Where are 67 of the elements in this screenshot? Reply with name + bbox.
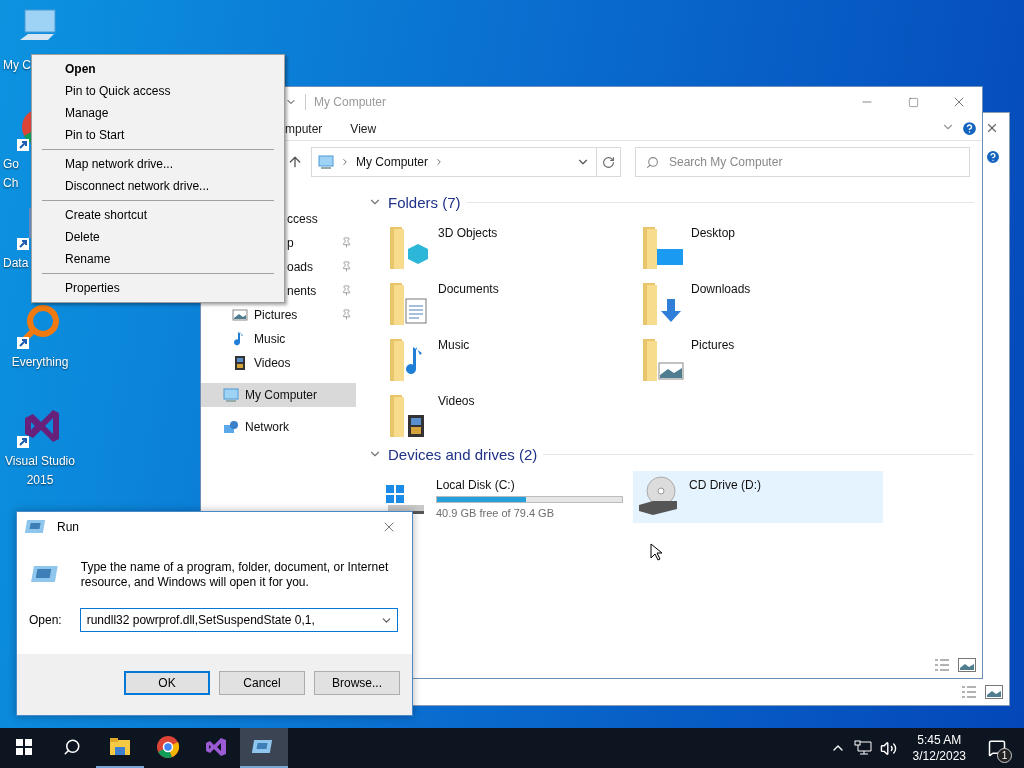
nav-item[interactable]: Network <box>201 415 356 439</box>
desktop-icon-label[interactable]: 2015 <box>0 473 80 488</box>
videos-icon <box>232 355 248 371</box>
free-space-text: 40.9 GB free of 79.4 GB <box>436 507 555 519</box>
mouse-cursor-icon <box>650 543 662 561</box>
folder-tile[interactable]: Documents <box>386 275 639 331</box>
volume-icon[interactable] <box>879 739 897 757</box>
menu-item[interactable]: Map network drive... <box>32 153 284 175</box>
dialog-message: Type the name of a program, folder, document, or Internet resource, and Windows will open it for you. <box>80 560 390 590</box>
dialog-title: Run <box>57 520 79 534</box>
menu-item[interactable]: Pin to Quick access <box>32 80 284 102</box>
computer-icon <box>223 387 239 403</box>
dialog-button[interactable]: OK <box>124 670 210 695</box>
menu-item[interactable]: Manage <box>32 102 284 124</box>
search-icon <box>646 155 659 169</box>
window-title: My Computer <box>314 95 387 109</box>
cd-drive-icon <box>637 475 679 517</box>
taskbar-app-button[interactable] <box>240 728 288 768</box>
folder-tile[interactable]: Desktop <box>639 219 892 275</box>
close-icon[interactable] <box>985 121 999 135</box>
field-label: Open: <box>29 613 62 627</box>
nav-item[interactable]: Music <box>201 327 356 351</box>
notifications-button[interactable]: 1 <box>982 733 1012 763</box>
network-icon <box>223 419 239 435</box>
breadcrumb-chevron-icon <box>340 157 350 167</box>
ribbon-tab[interactable]: mputer <box>285 121 323 136</box>
dialog-button[interactable]: Browse... <box>314 670 400 695</box>
group-header[interactable]: Folders (7) <box>388 193 461 211</box>
menu-item[interactable]: Pin to Start <box>32 124 284 146</box>
nav-item[interactable]: Videos <box>201 351 356 375</box>
open-field[interactable]: rundll32 powrprof.dll,SetSuspendState 0,1, <box>79 608 398 632</box>
up-icon[interactable] <box>287 154 303 170</box>
group-header[interactable]: Devices and drives (2) <box>388 445 538 463</box>
windows-logo-icon <box>16 739 32 755</box>
help-icon[interactable] <box>961 120 978 137</box>
address-bar[interactable]: My Computer <box>311 147 597 177</box>
drive-tile[interactable]: CD Drive (D:) <box>633 471 883 523</box>
desktop-icon-label[interactable]: Everything <box>0 355 80 370</box>
ribbon-tab[interactable]: View <box>350 121 377 136</box>
search-icon <box>63 738 81 756</box>
help-icon[interactable] <box>985 149 1001 165</box>
folder-tile[interactable]: Downloads <box>639 275 892 331</box>
menu-item[interactable]: Disconnect network drive... <box>32 175 284 197</box>
studio-app-icon <box>204 735 228 759</box>
refresh-icon <box>602 155 615 169</box>
folder-tile[interactable]: Music <box>386 331 639 387</box>
maximize-icon <box>907 96 919 108</box>
breadcrumb-item[interactable]: My Computer <box>356 155 429 169</box>
refresh-button[interactable] <box>597 147 621 177</box>
computer-icon <box>318 154 334 170</box>
folder-tile[interactable]: Videos <box>386 387 639 443</box>
drive-tile[interactable]: Local Disk (C:) 40.9 GB free of 79.4 GB <box>380 471 633 523</box>
dialog-button[interactable]: Cancel <box>219 670 305 695</box>
nav-item[interactable]: My Computer <box>201 383 356 407</box>
folder-tile[interactable]: 3D Objects <box>386 219 639 275</box>
tiles-view-icon[interactable] <box>985 685 1003 699</box>
menu-item[interactable]: Create shortcut <box>32 204 284 226</box>
network-icon[interactable] <box>853 740 872 756</box>
search-field[interactable]: Search My Computer <box>635 147 970 177</box>
chrome-app-icon <box>156 735 180 759</box>
menu-item[interactable]: Open <box>32 58 284 80</box>
tiles-view-icon[interactable] <box>958 658 976 672</box>
folder-tile[interactable]: Pictures <box>639 331 892 387</box>
nav-item[interactable]: Pictures <box>201 303 356 327</box>
pictures-icon <box>232 307 248 323</box>
clock[interactable]: 5:45 AM 3/12/2023 <box>904 732 974 764</box>
desktop-icon-label[interactable]: Visual Studio <box>0 454 80 469</box>
